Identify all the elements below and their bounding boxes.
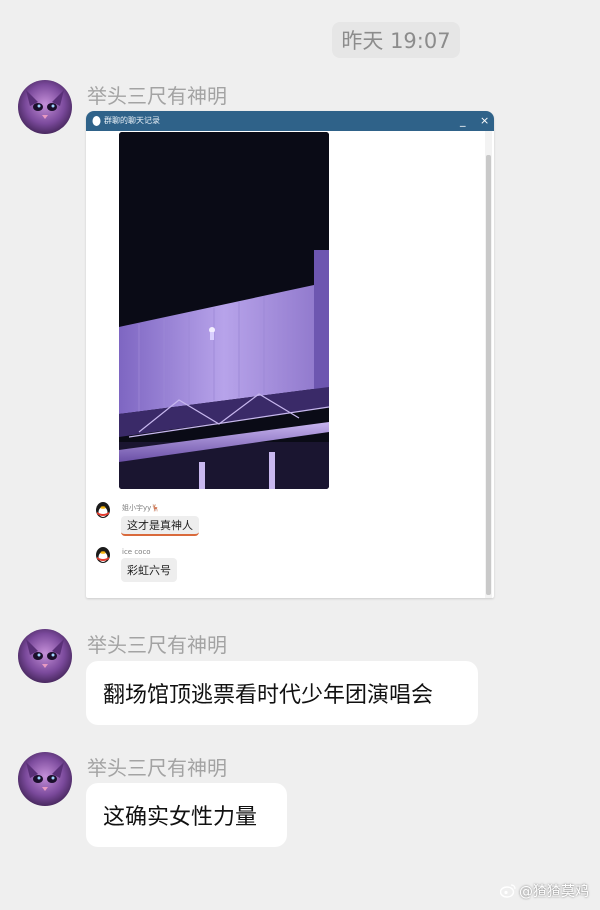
cat-avatar-icon <box>18 80 72 134</box>
window-titlebar: 群聊的聊天记录 _ × <box>86 111 494 131</box>
chat-message-bubble: 彩虹六号 <box>121 558 177 582</box>
chat-screenshot-image[interactable]: 群聊的聊天记录 _ × 姐小宇yy🦌 这才是真神人 ice coco 彩虹六号 <box>86 111 494 598</box>
watermark-text: @猹猹莫鸡 <box>519 884 589 900</box>
minimize-button[interactable]: _ <box>460 113 466 129</box>
sender-name: 举头三尺有神明 <box>87 756 227 780</box>
timestamp-label: 昨天 19:07 <box>332 22 460 58</box>
chat-sender-name: ice coco <box>122 548 151 556</box>
qq-penguin-avatar-icon <box>96 547 110 563</box>
chat-message-bubble: 这才是真神人 <box>121 516 199 536</box>
qq-penguin-icon <box>92 116 101 126</box>
weibo-watermark: @猹猹莫鸡 <box>500 881 589 901</box>
stadium-roof-image <box>119 132 329 489</box>
window-title: 群聊的聊天记录 <box>104 116 160 125</box>
sender-name: 举头三尺有神明 <box>87 633 227 657</box>
weibo-logo-icon <box>500 884 516 898</box>
message-bubble[interactable]: 这确实女性力量 <box>86 783 287 847</box>
avatar[interactable] <box>18 80 72 134</box>
scrollbar-thumb[interactable] <box>486 155 491 595</box>
close-button[interactable]: × <box>480 113 489 129</box>
cat-avatar-icon <box>18 752 72 806</box>
message-bubble[interactable]: 翻场馆顶逃票看时代少年团演唱会 <box>86 661 478 725</box>
chat-sender-name: 姐小宇yy🦌 <box>122 504 161 512</box>
video-thumbnail[interactable] <box>119 132 329 489</box>
cat-avatar-icon <box>18 629 72 683</box>
sender-name: 举头三尺有神明 <box>87 84 227 108</box>
qq-penguin-avatar-icon <box>96 502 110 518</box>
avatar[interactable] <box>18 629 72 683</box>
avatar[interactable] <box>18 752 72 806</box>
